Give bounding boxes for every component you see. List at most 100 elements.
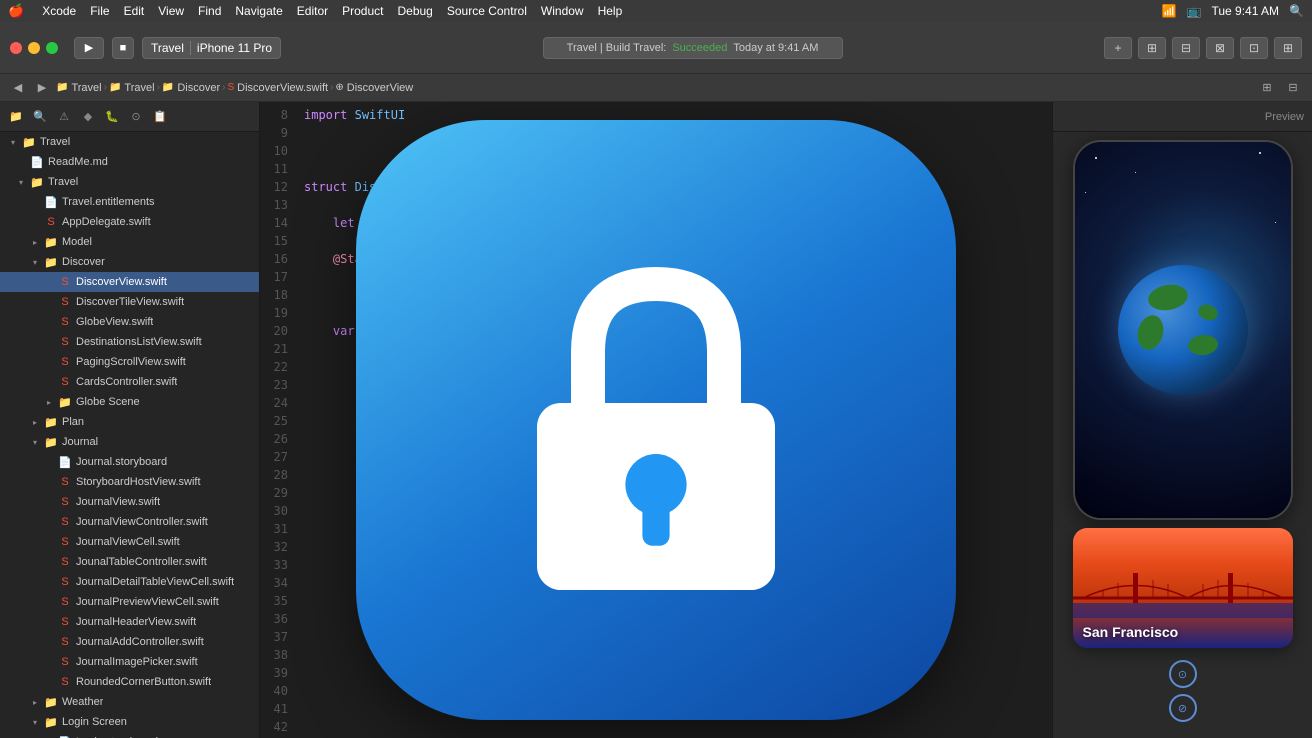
tree-item-journaladd[interactable]: S JournalAddController.swift — [0, 632, 259, 652]
tree-item-entitlements[interactable]: 📄 Travel.entitlements — [0, 192, 259, 212]
tree-item-discover[interactable]: ▾ 📁 Discover — [0, 252, 259, 272]
tree-item-cards[interactable]: S CardsController.swift — [0, 372, 259, 392]
code-line — [304, 466, 1052, 484]
tree-item-journalvc[interactable]: S JournalViewController.swift — [0, 512, 259, 532]
apple-menu[interactable]: 🍎 — [8, 3, 24, 19]
tree-item-journalview[interactable]: S JournalView.swift — [0, 492, 259, 512]
file-icon: 📄 — [30, 156, 44, 169]
menu-file[interactable]: File — [90, 4, 109, 18]
tree-item-journalcell[interactable]: S JournalViewCell.swift — [0, 532, 259, 552]
grid-view-btn[interactable]: ⊞ — [1256, 79, 1278, 97]
code-line — [304, 574, 1052, 592]
preview-action-btn2[interactable]: ⊘ — [1169, 694, 1197, 722]
breadcrumb-item-struct[interactable]: ⊕ DiscoverView — [335, 82, 413, 94]
breadcrumb-item-travel[interactable]: 📁 Travel — [109, 82, 155, 94]
nav-icon-search[interactable]: 🔍 — [30, 107, 50, 127]
line-num: 34 — [260, 574, 288, 592]
tree-item-loginscreen[interactable]: ▾ 📁 Login Screen — [0, 712, 259, 732]
tree-item-globescene[interactable]: ▸ 📁 Globe Scene — [0, 392, 259, 412]
scheme-selector[interactable]: Travel iPhone 11 Pro — [142, 37, 281, 59]
code-area[interactable]: 8 9 10 11 12 13 14 15 16 17 18 19 20 21 … — [260, 102, 1052, 738]
swift-icon: S — [58, 476, 72, 488]
menu-view[interactable]: View — [158, 4, 184, 18]
tree-item-journaltable[interactable]: S JounalTableController.swift — [0, 552, 259, 572]
menu-window[interactable]: Window — [541, 4, 584, 18]
tree-item-destinations[interactable]: S DestinationsListView.swift — [0, 332, 259, 352]
sf-bg: San Francisco — [1073, 528, 1293, 648]
menu-find[interactable]: Find — [198, 4, 221, 18]
nav-icon-folder[interactable]: 📁 — [6, 107, 26, 127]
nav-icon-test[interactable]: ◆ — [78, 107, 98, 127]
folder-icon: 📁 — [44, 696, 58, 709]
phone-preview — [1073, 140, 1293, 520]
folder-icon: 📁 — [162, 82, 174, 93]
menu-source-control[interactable]: Source Control — [447, 4, 527, 18]
tree-item-discoverview[interactable]: S DiscoverView.swift — [0, 272, 259, 292]
library-button[interactable]: ⊞ — [1138, 37, 1166, 59]
tree-arrow: ▸ — [30, 698, 40, 707]
menu-xcode[interactable]: Xcode — [42, 4, 76, 18]
menu-edit[interactable]: Edit — [124, 4, 145, 18]
line-num: 38 — [260, 646, 288, 664]
tree-item-readme[interactable]: 📄 ReadMe.md — [0, 152, 259, 172]
tree-root[interactable]: ▾ 📁 Travel — [0, 132, 259, 152]
nav-icon-debug[interactable]: 🐛 — [102, 107, 122, 127]
tree-item-journalimage[interactable]: S JournalImagePicker.swift — [0, 652, 259, 672]
nav-icon-report[interactable]: 📋 — [150, 107, 170, 127]
breadcrumb-item-travel-root[interactable]: 📁 Travel — [56, 82, 102, 94]
layout-btn2[interactable]: ⊡ — [1240, 37, 1268, 59]
tree-item-discovertile[interactable]: S DiscoverTileView.swift — [0, 292, 259, 312]
add-button[interactable]: + — [1104, 37, 1132, 59]
preview-action-btn1[interactable]: ⊙ — [1169, 660, 1197, 688]
preview-header: Preview — [1053, 102, 1312, 132]
tree-item-journalstory[interactable]: 📄 Journal.storyboard — [0, 452, 259, 472]
split-view-btn[interactable]: ⊟ — [1282, 79, 1304, 97]
tree-item-roundedcorner[interactable]: S RoundedCornerButton.swift — [0, 672, 259, 692]
menu-help[interactable]: Help — [598, 4, 623, 18]
menu-debug[interactable]: Debug — [397, 4, 432, 18]
menu-navigate[interactable]: Navigate — [235, 4, 282, 18]
line-num: 39 — [260, 664, 288, 682]
tree-item-travel[interactable]: ▾ 📁 Travel — [0, 172, 259, 192]
code-coverage-btn[interactable]: ⊟ — [1172, 37, 1200, 59]
breadcrumb-item-discover[interactable]: 📁 Discover — [162, 82, 220, 94]
nav-icon-warning[interactable]: ⚠ — [54, 107, 74, 127]
layout-btn1[interactable]: ⊠ — [1206, 37, 1234, 59]
tree-item-journal[interactable]: ▾ 📁 Journal — [0, 432, 259, 452]
run-button[interactable]: ▶ — [74, 37, 104, 59]
code-content[interactable]: import SwiftUI struct Dis let s @Sta var… — [296, 106, 1052, 738]
nav-forward-button[interactable]: ▶ — [32, 79, 52, 97]
tree-item-model[interactable]: ▸ 📁 Model — [0, 232, 259, 252]
close-button[interactable] — [10, 42, 22, 54]
tree-item-weather[interactable]: ▸ 📁 Weather — [0, 692, 259, 712]
breadcrumb-item-file[interactable]: S DiscoverView.swift — [228, 82, 329, 94]
tree-item-storyboardhost[interactable]: S StoryboardHostView.swift — [0, 472, 259, 492]
layout-btn3[interactable]: ⊞ — [1274, 37, 1302, 59]
fullscreen-button[interactable] — [46, 42, 58, 54]
tree-item-globe[interactable]: S GlobeView.swift — [0, 312, 259, 332]
earth-land — [1133, 312, 1166, 352]
tree-item-pagingscroll[interactable]: S PagingScrollView.swift — [0, 352, 259, 372]
nav-back-button[interactable]: ◀ — [8, 79, 28, 97]
tree-label: DestinationsListView.swift — [76, 336, 202, 348]
menu-editor[interactable]: Editor — [297, 4, 328, 18]
swift-icon: S — [58, 336, 72, 348]
search-icon[interactable]: 🔍 — [1289, 4, 1304, 18]
minimize-button[interactable] — [28, 42, 40, 54]
code-line: let s — [304, 214, 1052, 232]
tree-item-journalheader[interactable]: S JournalHeaderView.swift — [0, 612, 259, 632]
stop-button[interactable]: ■ — [112, 37, 134, 59]
code-editor[interactable]: 8 9 10 11 12 13 14 15 16 17 18 19 20 21 … — [260, 102, 1052, 738]
tree-item-appdelegate[interactable]: S AppDelegate.swift — [0, 212, 259, 232]
line-num: 30 — [260, 502, 288, 520]
storyboard-icon: 📄 — [58, 456, 72, 469]
tree-item-loginstory[interactable]: 📄 Login.storyboard — [0, 732, 259, 738]
swift-icon: S — [58, 636, 72, 648]
menu-product[interactable]: Product — [342, 4, 383, 18]
tree-item-journalpreview[interactable]: S JournalPreviewViewCell.swift — [0, 592, 259, 612]
tree-item-journaldetail[interactable]: S JournalDetailTableViewCell.swift — [0, 572, 259, 592]
tree-label: Travel — [40, 136, 70, 148]
nav-icon-breakpoints[interactable]: ⊙ — [126, 107, 146, 127]
tree-item-plan[interactable]: ▸ 📁 Plan — [0, 412, 259, 432]
tree-label: JournalViewCell.swift — [76, 536, 180, 548]
